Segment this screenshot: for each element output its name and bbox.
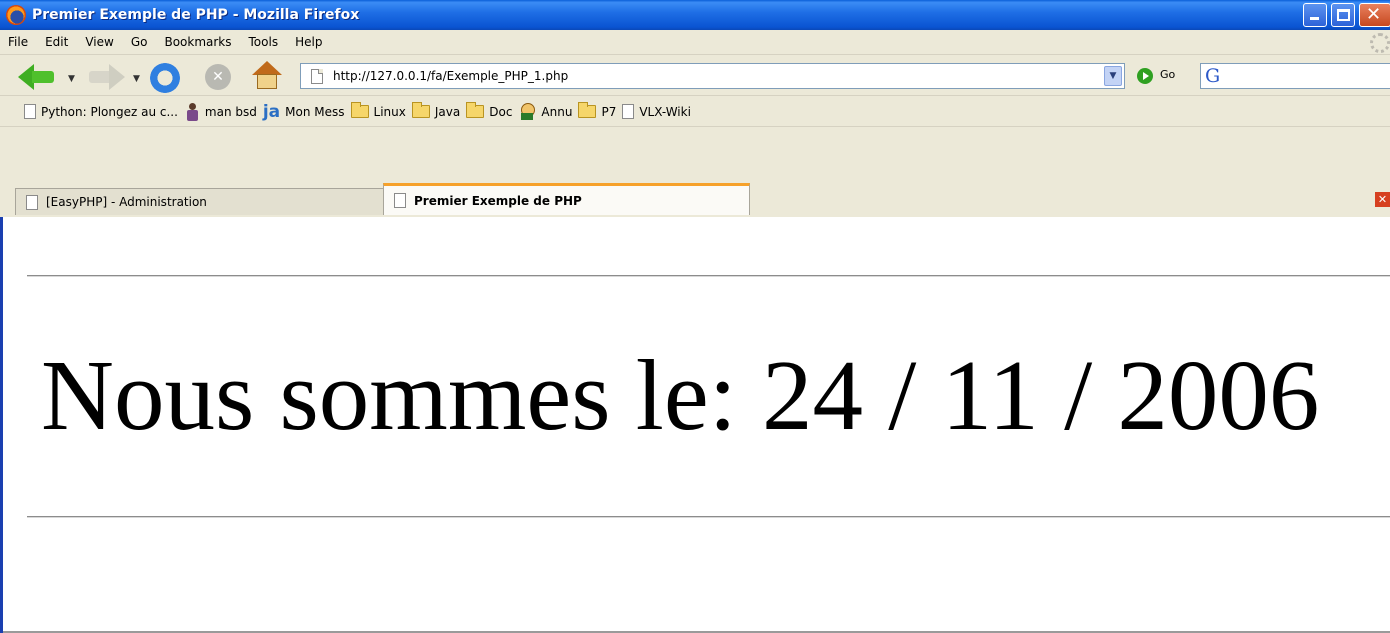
menu-go[interactable]: Go: [123, 35, 157, 49]
bookmark-vlx-wiki[interactable]: VLX-Wiki: [622, 104, 691, 119]
firefox-icon: [6, 5, 26, 25]
bookmark-man-bsd[interactable]: man bsd: [184, 102, 257, 121]
google-search-icon[interactable]: G: [1205, 65, 1220, 87]
bookmark-annu[interactable]: Annu: [518, 102, 573, 121]
bookmark-label: Linux: [373, 104, 406, 119]
tab-label: Premier Exemple de PHP: [414, 193, 582, 208]
close-tab-button[interactable]: ✕: [1375, 192, 1390, 207]
bookmark-mon-mess[interactable]: ja Mon Mess: [262, 101, 345, 122]
bookmark-java[interactable]: Java: [411, 102, 461, 119]
page-icon: [26, 194, 38, 210]
folder-icon: [578, 102, 597, 118]
page-icon: [24, 104, 36, 119]
navigation-toolbar: ▼ ▼ ✕ http://127.0.0.1/fa/Exemple_PHP_1.…: [0, 56, 1390, 96]
minimize-icon: [1310, 17, 1319, 20]
folder-icon: [350, 102, 369, 118]
person-icon: [518, 102, 536, 121]
minimize-button[interactable]: [1303, 3, 1327, 27]
window-title: Premier Exemple de PHP - Mozilla Firefox: [32, 7, 360, 23]
url-input[interactable]: http://127.0.0.1/fa/Exemple_PHP_1.php: [333, 69, 568, 83]
forward-dropdown-icon[interactable]: ▼: [133, 74, 140, 84]
back-arrow-shaft: [32, 71, 54, 83]
reload-button[interactable]: [150, 63, 180, 93]
menu-view[interactable]: View: [77, 35, 122, 49]
title-bar: Premier Exemple de PHP - Mozilla Firefox…: [0, 0, 1390, 30]
go-icon[interactable]: [1137, 68, 1153, 84]
bookmark-label: man bsd: [204, 104, 257, 119]
tab-premier-exemple[interactable]: Premier Exemple de PHP: [383, 183, 750, 215]
firefox-window: Premier Exemple de PHP - Mozilla Firefox…: [0, 0, 1390, 633]
url-dropdown-icon[interactable]: ▼: [1104, 66, 1122, 86]
back-dropdown-icon[interactable]: ▼: [68, 74, 75, 84]
bookmark-label: P7: [601, 104, 617, 119]
bookmark-label: Mon Mess: [285, 104, 345, 119]
bookmark-p7[interactable]: P7: [578, 102, 617, 119]
go-button[interactable]: Go: [1160, 68, 1175, 81]
horizontal-rule: [27, 516, 1390, 518]
bookmark-label: VLX-Wiki: [639, 104, 691, 119]
menu-file[interactable]: File: [0, 35, 37, 49]
horizontal-rule: [27, 275, 1390, 277]
menu-help[interactable]: Help: [287, 35, 331, 49]
stop-button[interactable]: ✕: [205, 64, 231, 90]
menu-bar: File Edit View Go Bookmarks Tools Help: [0, 30, 1390, 55]
page-icon: [311, 68, 323, 84]
forward-arrow-shaft: [89, 71, 111, 83]
bookmark-doc[interactable]: Doc: [466, 102, 513, 119]
ja-icon: ja: [262, 101, 281, 122]
menu-edit[interactable]: Edit: [37, 35, 77, 49]
bookmark-label: Java: [434, 104, 461, 119]
date-heading: Nous sommes le: 24 / 11 / 2006: [41, 339, 1320, 451]
close-window-button[interactable]: ✕: [1359, 3, 1390, 27]
bookmark-label: Python: Plongez au c...: [41, 104, 178, 119]
url-bar[interactable]: http://127.0.0.1/fa/Exemple_PHP_1.php ▼: [300, 63, 1125, 89]
person-icon: [184, 102, 200, 121]
tab-strip: [EasyPHP] - Administration Premier Exemp…: [0, 127, 1390, 220]
page-icon: [622, 104, 635, 119]
bookmark-label: Doc: [489, 104, 513, 119]
menu-bookmarks[interactable]: Bookmarks: [156, 35, 240, 49]
folder-icon: [411, 102, 430, 118]
page-icon: [394, 193, 406, 208]
home-button[interactable]: [252, 61, 282, 91]
back-button[interactable]: [18, 64, 58, 90]
bookmark-python[interactable]: Python: Plongez au c...: [24, 104, 178, 119]
menu-tools[interactable]: Tools: [241, 35, 288, 49]
bookmark-label: Annu: [541, 104, 573, 119]
tab-easyphp[interactable]: [EasyPHP] - Administration: [15, 188, 385, 215]
home-roof-icon: [252, 61, 282, 75]
throbber-icon: [1370, 33, 1390, 53]
maximize-icon: [1337, 9, 1350, 21]
forward-button[interactable]: [85, 64, 125, 90]
maximize-button[interactable]: [1331, 3, 1355, 27]
bookmarks-toolbar: Python: Plongez au c... man bsd ja Mon Me…: [0, 97, 1390, 127]
tab-label: [EasyPHP] - Administration: [46, 195, 207, 209]
page-content: Nous sommes le: 24 / 11 / 2006: [0, 217, 1390, 633]
home-body-icon: [257, 74, 277, 89]
forward-arrow-icon: [109, 64, 125, 90]
search-bar[interactable]: G: [1200, 63, 1390, 89]
folder-icon: [466, 102, 485, 118]
bookmark-linux[interactable]: Linux: [350, 102, 406, 119]
close-icon: ✕: [1366, 4, 1382, 25]
